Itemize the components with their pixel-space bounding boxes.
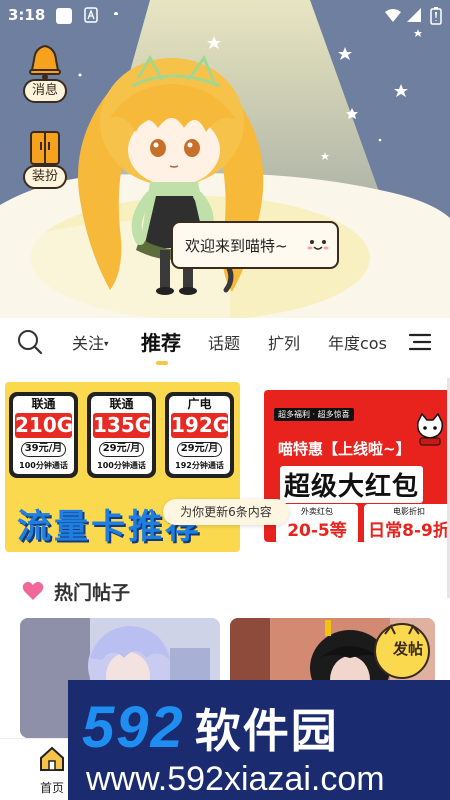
menu-icon[interactable] [408,332,432,352]
category-tabs: 关注▾ 推荐 话题 扩列 年度cos [0,318,450,368]
bell-icon [29,44,61,80]
cat-mascot-icon [417,412,443,446]
tab-recommend[interactable]: 推荐 [141,327,181,356]
welcome-bubble: 欢迎来到喵特~ [171,221,339,269]
movie-coupon: 电影折扣 日常8-9折 [364,504,450,542]
sim-calls: 100分钟通话 [97,461,146,470]
red-packet-banner[interactable]: 超多福利 · 超多惊喜 喵特惠【上线啦~】 超级大红包 外卖红包 20-5等 电… [264,390,450,542]
wifi-icon [385,9,401,22]
status-bar: 3:18 [0,0,450,32]
banner-carousel: 联通 210G 39元/月 100分钟通话 联通 135G 29元/月 100分… [0,372,450,562]
promo-headline: 超级大红包 [280,466,424,503]
smile-face-icon [307,240,329,250]
message-button[interactable]: 消息 [18,42,72,103]
watermark-logo: 592 软件园 [82,694,339,761]
search-icon[interactable] [17,329,43,355]
watermark-number: 592 [82,695,185,760]
sim-calls: 100分钟通话 [19,461,68,470]
wardrobe-icon [30,131,60,165]
sim-data: 210G [15,413,74,438]
promo-title: 喵特惠【上线啦~】 [278,440,411,458]
sim-price: 29元/月 [177,442,222,457]
tab-follow-label: 关注 [72,334,105,353]
watermark-overlay: 592 软件园 www.592xiazai.com [68,680,450,800]
sim-price: 29元/月 [99,442,144,457]
promo-badge: 超多福利 · 超多惊喜 [274,408,354,421]
battery-icon [430,7,442,25]
welcome-text: 欢迎来到喵特~ [185,236,288,255]
sim-data: 192G [171,413,230,438]
sim-card: 联通 210G 39元/月 100分钟通话 [9,392,78,478]
hero-banner: 3:18 消息 装扮 欢迎来到喵特~ [0,0,450,318]
hot-posts-header: 热门帖子 [22,578,130,604]
sim-brand: 广电 [187,397,212,411]
dress-up-label: 装扮 [22,165,67,189]
data-card-banner[interactable]: 联通 210G 39元/月 100分钟通话 联通 135G 29元/月 100分… [5,382,240,552]
sim-brand: 联通 [109,397,134,411]
heart-icon [22,581,44,600]
tab-expand[interactable]: 扩列 [268,330,300,354]
caret-down-icon: ▾ [104,339,109,350]
section-title: 热门帖子 [54,581,131,604]
post-new-label: 发帖 [392,640,423,658]
app-a-icon [84,7,98,23]
message-label: 消息 [22,79,67,103]
bottom-nav: 首页 [0,738,68,800]
tab-topic[interactable]: 话题 [208,330,240,354]
sim-price: 39元/月 [21,442,66,457]
home-icon[interactable] [38,745,66,773]
signal-icon [407,8,421,22]
sim-card: 广电 192G 29元/月 192分钟通话 [165,392,234,478]
watermark-name: 软件园 [194,704,339,758]
sim-data: 135G [93,413,152,438]
coupon-value: 20-5等 [287,521,347,541]
update-toast: 为你更新6条内容 [163,499,289,525]
dress-up-button[interactable]: 装扮 [18,128,72,189]
status-time: 3:18 [8,6,46,24]
watermark-url: www.592xiazai.com [86,760,385,798]
tab-annual-cos[interactable]: 年度cos [328,330,387,354]
sim-brand: 联通 [31,397,56,411]
dot-icon [114,12,118,15]
notification-icon [56,8,72,24]
coupon-value: 日常8-9折 [368,521,450,541]
home-label[interactable]: 首页 [40,779,64,796]
active-tab-indicator [156,361,168,365]
sim-card: 联通 135G 29元/月 100分钟通话 [87,392,156,478]
sim-calls: 192分钟通话 [175,461,224,470]
tab-follow[interactable]: 关注▾ [72,330,109,354]
